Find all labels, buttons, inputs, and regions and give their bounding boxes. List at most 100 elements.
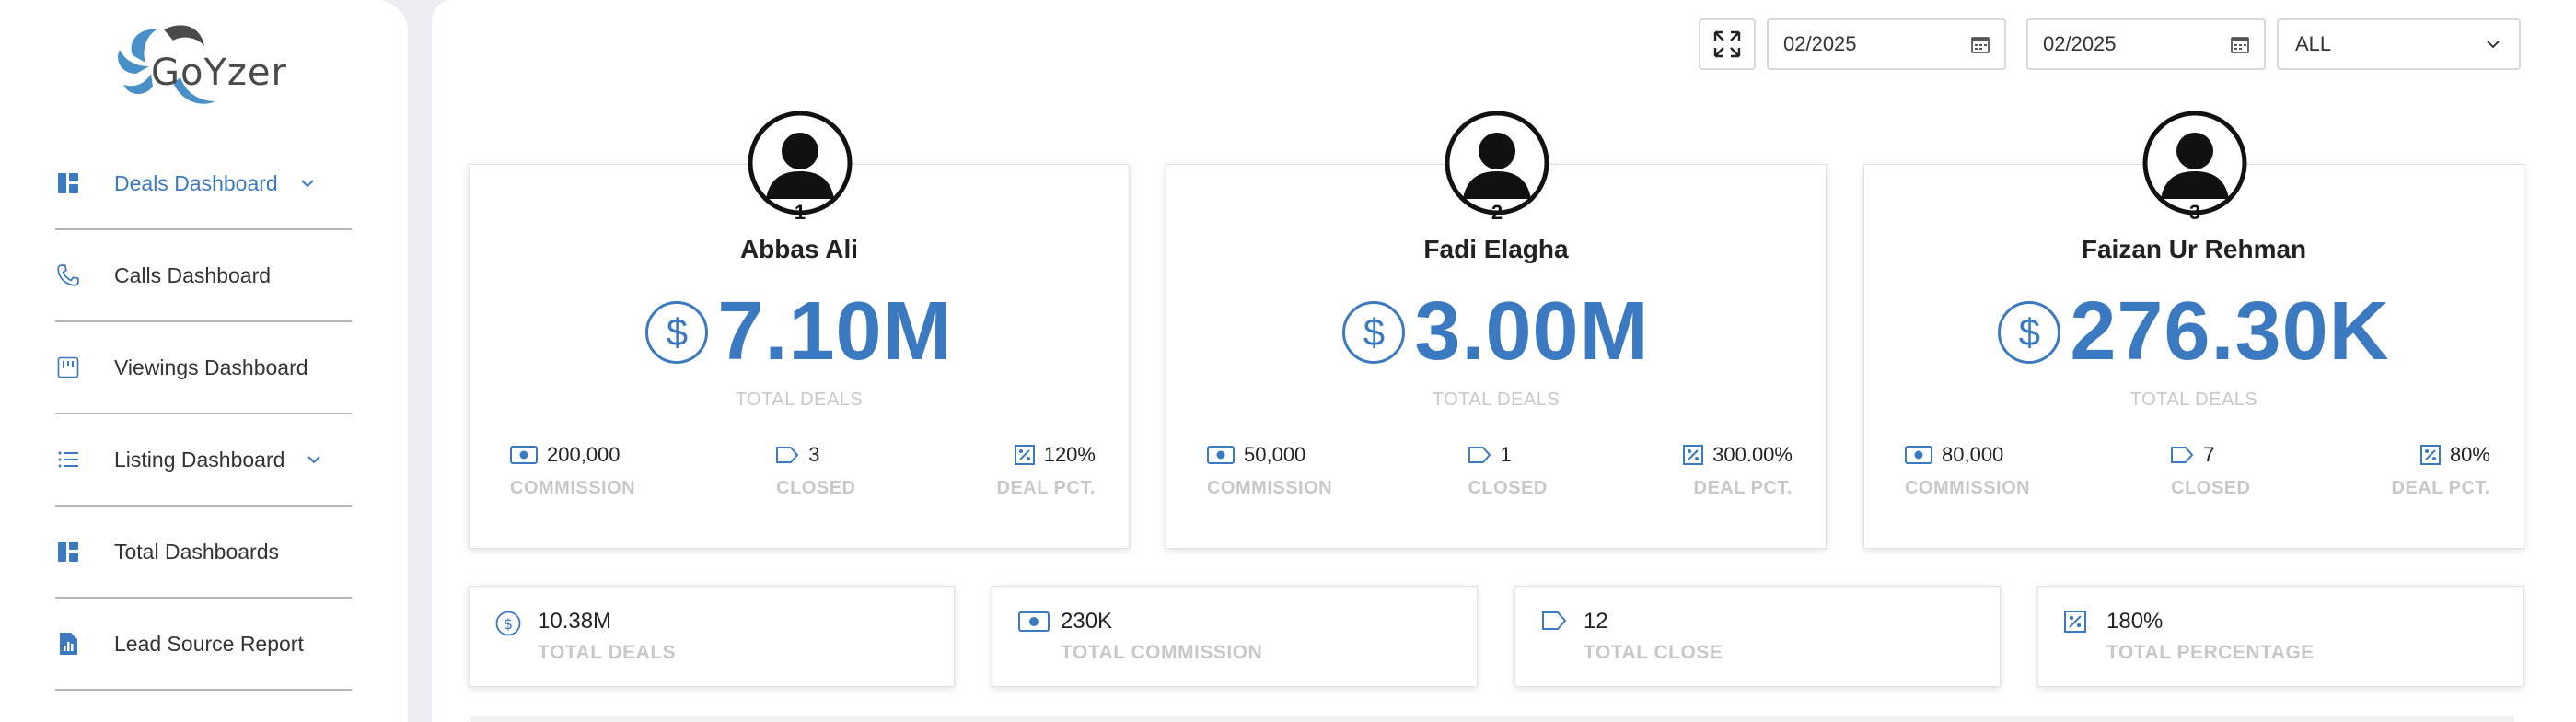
user-silhouette-icon (2142, 111, 2247, 215)
filter-toolbar: 02/2025 02/2025 ALL (1699, 18, 2521, 70)
dollar-icon: $ (495, 611, 521, 641)
rank-number: 1 (794, 201, 806, 224)
agent-stats: 50,000 COMMISSION 1 CLOSED 300.00% DEAL … (1207, 441, 1793, 499)
sidebar-item-lead-source-report[interactable]: Lead Source Report (55, 599, 352, 691)
total-deals-card: $ 10.38M TOTAL DEALS (469, 586, 955, 687)
avatar: 2 (1445, 111, 1549, 224)
phone-icon (55, 262, 81, 288)
tag-icon (1541, 611, 1567, 635)
closed-label: CLOSED (1468, 478, 1548, 498)
total-commission-label: TOTAL COMMISSION (1061, 642, 1263, 663)
agent-filter-select[interactable]: ALL (2277, 18, 2521, 70)
commission-value: 50,000 (1244, 443, 1306, 466)
closed-value: 1 (1500, 443, 1512, 466)
commission-stat: 50,000 COMMISSION (1207, 441, 1332, 499)
commission-value: 200,000 (547, 443, 621, 466)
agent-name: Faizan Ur Rehman (2081, 235, 2307, 263)
closed-value: 3 (808, 443, 820, 466)
agent-name: Abbas Ali (739, 235, 859, 263)
deal-pct-stat: 80% DEAL PCT. (2392, 441, 2490, 499)
agent-stats: 80,000 COMMISSION 7 CLOSED 80% DEAL PCT. (1905, 441, 2490, 499)
date-to-value: 02/2025 (2043, 32, 2117, 55)
total-deals-amount: $ 276.30K (1864, 285, 2524, 379)
commission-stat: 200,000 COMMISSION (510, 441, 635, 499)
percent-icon (2064, 611, 2086, 637)
deal-pct-label: DEAL PCT. (1693, 478, 1793, 498)
commission-label: COMMISSION (510, 478, 636, 498)
svg-text:$: $ (504, 615, 513, 633)
tag-icon (1468, 446, 1491, 464)
date-to-input[interactable]: 02/2025 (2026, 18, 2266, 70)
sidebar-nav: Deals Dashboard Calls Dashboard Viewings… (55, 138, 352, 691)
chevron-down-icon[interactable] (298, 174, 317, 192)
sidebar-item-total-dashboards[interactable]: Total Dashboards (55, 507, 352, 599)
closed-label: CLOSED (776, 478, 856, 498)
sidebar-item-deals-dashboard[interactable]: Deals Dashboard (55, 138, 352, 230)
total-deals-amount: $ 7.10M (470, 285, 1129, 379)
cash-icon (1018, 611, 1050, 637)
deal-pct-stat: 120% DEAL PCT. (997, 441, 1096, 499)
deal-pct-value: 120% (1043, 443, 1096, 466)
tag-icon (775, 446, 799, 464)
date-from-value: 02/2025 (1783, 32, 1857, 55)
fullscreen-button[interactable] (1699, 18, 1756, 70)
dollar-icon: $ (1998, 300, 2061, 364)
cash-icon (1905, 446, 1932, 464)
closed-stat: 3 CLOSED (776, 441, 855, 499)
commission-label: COMMISSION (1905, 478, 2031, 498)
commission-value: 80,000 (1942, 443, 2004, 466)
percent-icon (1683, 445, 1704, 465)
total-deals-label: TOTAL DEALS (2129, 390, 2258, 410)
date-from-input[interactable]: 02/2025 (1767, 18, 2006, 70)
commission-stat: 80,000 COMMISSION (1905, 441, 2030, 499)
agent-filter-value: ALL (2295, 32, 2332, 55)
total-deals-value: 7.10M (717, 285, 953, 378)
deal-pct-value: 300.00% (1712, 443, 1793, 466)
next-section-edge (470, 716, 2514, 722)
total-commission-value: 230K (1061, 609, 1113, 634)
total-commission-card: 230K TOTAL COMMISSION (992, 586, 1478, 687)
closed-stat: 7 CLOSED (2171, 441, 2250, 499)
sidebar-item-label: Total Dashboards (114, 539, 279, 564)
cash-icon (1207, 446, 1235, 464)
chevron-down-icon (2487, 41, 2500, 49)
user-silhouette-icon (748, 111, 853, 215)
total-deals-amount: $ 3.00M (1166, 285, 1826, 379)
total-percentage-card: 180% TOTAL PERCENTAGE (2037, 586, 2524, 687)
deal-pct-label: DEAL PCT. (996, 478, 1096, 498)
sidebar-item-calls-dashboard[interactable]: Calls Dashboard (55, 230, 352, 322)
deal-pct-label: DEAL PCT. (2391, 478, 2490, 498)
total-deals-value: 276.30K (2070, 285, 2390, 378)
agent-stats: 200,000 COMMISSION 3 CLOSED 120% DEAL PC… (510, 441, 1096, 499)
total-deals-label: TOTAL DEALS (735, 390, 864, 410)
sidebar-item-label: Lead Source Report (114, 631, 304, 656)
sidebar: GoYzer Deals Dashboard Calls Dashboard V… (0, 0, 408, 722)
sidebar-item-viewings-dashboard[interactable]: Viewings Dashboard (55, 322, 352, 414)
total-percentage-label: TOTAL PERCENTAGE (2106, 642, 2315, 663)
closed-stat: 1 CLOSED (1468, 441, 1547, 499)
agent-name: Fadi Elagha (1423, 235, 1569, 263)
list-icon (55, 447, 81, 472)
total-deals-label: TOTAL DEALS (538, 642, 677, 663)
dollar-icon: $ (1342, 300, 1406, 364)
calendar-icon (1971, 37, 1990, 53)
dollar-icon: $ (645, 300, 709, 364)
avatar: 1 (748, 111, 853, 224)
sidebar-item-listing-dashboard[interactable]: Listing Dashboard (55, 414, 352, 507)
rank-number: 3 (2188, 201, 2201, 224)
closed-value: 7 (2203, 443, 2215, 466)
sidebar-item-label: Viewings Dashboard (114, 355, 308, 379)
dashboard-icon (55, 170, 81, 196)
closed-label: CLOSED (2171, 478, 2251, 498)
total-deals-value: 3.00M (1414, 285, 1650, 378)
tag-icon (2170, 446, 2194, 464)
rank-number: 2 (1491, 201, 1503, 224)
sidebar-item-label: Listing Dashboard (114, 447, 285, 472)
total-deals-label: TOTAL DEALS (1432, 390, 1561, 410)
total-close-label: TOTAL CLOSE (1584, 642, 1723, 663)
user-silhouette-icon (1445, 111, 1549, 215)
main-panel: 02/2025 02/2025 ALL Abbas Ali $ 7.10M TO… (432, 0, 2576, 722)
viewings-icon (55, 355, 81, 380)
report-icon (55, 631, 81, 657)
chevron-down-icon[interactable] (305, 450, 323, 469)
